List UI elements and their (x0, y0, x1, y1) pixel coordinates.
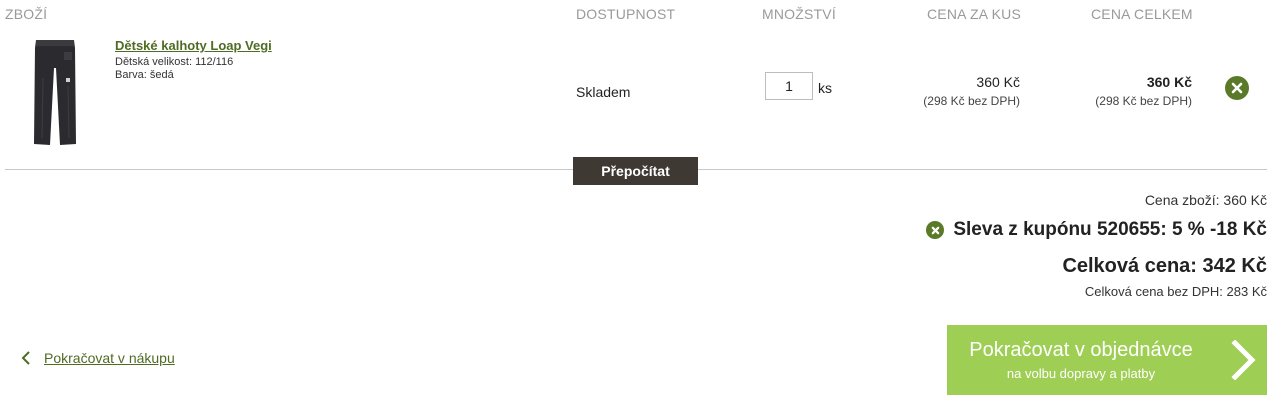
header-unit-price: CENA ZA KUS (927, 6, 1022, 22)
remove-item-button[interactable] (1225, 76, 1249, 100)
goods-price: Cena zboží: 360 Kč (1144, 192, 1267, 208)
total-price-net: (298 Kč bez DPH) (1095, 94, 1192, 108)
header-availability: DOSTUPNOST (576, 6, 676, 22)
continue-order-sublabel: na volbu dopravy a platby (1006, 366, 1156, 381)
continue-order-button[interactable]: Pokračovat v objednávce na volbu dopravy… (947, 325, 1267, 395)
product-size: Dětská velikost: 112/116 (115, 56, 234, 68)
unit-price-net: (298 Kč bez DPH) (923, 94, 1020, 108)
quantity-unit: ks (818, 80, 832, 96)
close-icon (931, 226, 940, 234)
recalculate-button[interactable]: Přepočítat (573, 157, 698, 185)
chevron-right-icon (1231, 340, 1256, 380)
product-name-link[interactable]: Dětské kalhoty Loap Vegi (115, 38, 272, 53)
availability-status: Skladem (576, 84, 631, 100)
close-icon (1231, 82, 1243, 94)
coupon-row: Sleva z kupónu 520655: 5 % -18 Kč (926, 219, 1267, 241)
product-color: Barva: šedá (115, 69, 174, 81)
remove-coupon-button[interactable] (926, 221, 945, 239)
product-image[interactable] (30, 38, 80, 148)
total-price: 360 Kč (1146, 74, 1192, 90)
unit-price: 360 Kč (976, 74, 1020, 90)
chevron-left-icon (21, 351, 30, 365)
total-order-price-net: Celková cena bez DPH: 283 Kč (1084, 284, 1267, 299)
header-total-price: CENA CELKEM (1091, 6, 1193, 22)
header-quantity: MNOŽSTVÍ (762, 6, 836, 22)
quantity-input[interactable] (765, 72, 813, 100)
total-order-price: Celková cena: 342 Kč (1062, 255, 1267, 277)
continue-shopping-link[interactable]: Pokračovat v nákupu (20, 350, 175, 366)
header-product: ZBOŽÍ (5, 6, 48, 22)
coupon-discount: Sleva z kupónu 520655: 5 % -18 Kč (953, 219, 1267, 240)
continue-order-label: Pokračovat v objednávce (969, 339, 1193, 361)
continue-shopping-label: Pokračovat v nákupu (44, 350, 175, 366)
